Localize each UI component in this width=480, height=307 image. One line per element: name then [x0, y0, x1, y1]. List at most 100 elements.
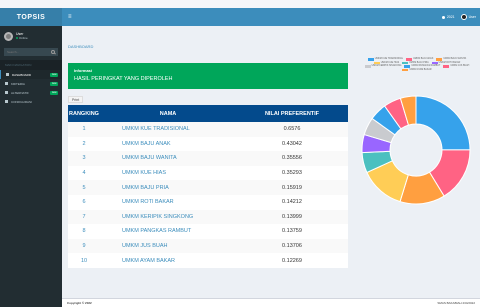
table-row: 9 UMKM JUS BUAH 0.13706 [68, 238, 348, 254]
legend-item[interactable]: UMKM BAJU WANITA [436, 58, 466, 61]
legend-swatch [443, 65, 450, 68]
search-input[interactable] [7, 50, 47, 54]
row-rank: 5 [82, 184, 86, 191]
print-button[interactable]: Print [68, 96, 84, 103]
row-value: 0.13759 [282, 228, 302, 235]
legend-item[interactable]: UMKM BAJU ANAK [406, 58, 433, 61]
legend-label: UMKM BAJU PRIA [409, 61, 429, 64]
alert-title: Informasi [74, 68, 93, 73]
legend-swatch [431, 61, 438, 64]
sidebar-badge: new [50, 72, 58, 77]
legend-label: UMKM KUE HIAS [380, 61, 400, 64]
legend-item[interactable]: UMKM KERIPIK SINGKONG [364, 65, 402, 68]
row-rank: 2 [82, 140, 86, 147]
sidebar-header: MAIN NAVIGATION [0, 60, 62, 70]
sidebar-item-label: CONFIGURASI [11, 99, 32, 104]
row-name: UMKM BAJU PRIA [122, 184, 169, 191]
sidebar-item-label: KRITERIA [11, 81, 25, 86]
legend-swatch [436, 58, 443, 61]
sidebar-item-kriteria[interactable]: KRITERIA new [0, 79, 62, 88]
legend-swatch [404, 65, 411, 68]
legend-item[interactable]: UMKM BAJU PRIA [402, 61, 429, 64]
row-value: 0.43042 [282, 140, 302, 147]
legend-label: UMKM AYAM BAKAR [409, 68, 432, 71]
row-name: UMKM PANGKAS RAMBUT [122, 228, 192, 235]
header-name: NAMA [159, 110, 177, 117]
legend-label: UMKM KERIPIK SINGKONG [371, 65, 402, 68]
user-avatar-icon [460, 14, 467, 20]
table-row: 1 UMKM KUE TRADISIONAL 0.6576 [68, 122, 348, 137]
header-value: NILAI PREFERENTIF [264, 110, 320, 117]
topbar-right: 2021 User [441, 14, 476, 20]
table-row: 8 UMKM PANGKAS RAMBUT 0.13759 [68, 224, 348, 239]
table-row: 5 UMKM BAJU PRIA 0.15919 [68, 180, 348, 195]
legend-item[interactable]: UMKM AYAM BAKAR [402, 68, 432, 71]
list-icon [5, 82, 8, 85]
legend-item[interactable]: UMKM JUS BUAH [443, 65, 469, 68]
user-status-text: Online [19, 36, 28, 40]
info-alert: Informasi HASIL PERINGKAT YANG DIPEROLEH [68, 63, 348, 89]
alert-text: HASIL PERINGKAT YANG DIPEROLEH [74, 76, 173, 82]
row-name: UMKM ROTI BAKAR [122, 199, 174, 206]
legend-item[interactable]: UMKM KUE TRADISIONAL [367, 58, 403, 61]
row-rank: 3 [82, 155, 86, 162]
topbar-year-text: 2021 [446, 15, 455, 19]
row-rank: 1 [82, 126, 86, 133]
brand-logo[interactable]: TOPSIS [0, 8, 62, 26]
ranking-table: RANGKING NAMA NILAI PREFERENTIF 1 UMKM KU… [68, 105, 348, 268]
row-name: UMKM KERIPIK SINGKONG [122, 213, 194, 220]
row-rank: 10 [80, 257, 88, 264]
gear-icon [5, 100, 8, 103]
topbar-year[interactable]: 2021 [441, 15, 455, 19]
donut-chart [361, 95, 471, 205]
calendar-icon [441, 15, 445, 19]
menu-toggle-icon[interactable]: ≡ [68, 14, 72, 20]
row-rank: 4 [82, 170, 86, 177]
table-row: 2 UMKM BAJU ANAK 0.43042 [68, 136, 348, 152]
legend-item[interactable]: UMKM KUE HIAS [373, 61, 400, 64]
legend-swatch [402, 68, 409, 71]
legend-label: UMKM BAJU ANAK [413, 58, 434, 61]
browser-strip [0, 0, 480, 8]
sidebar-item-dashboard[interactable]: DASHBOARD new [0, 70, 62, 79]
row-name: UMKM KUE TRADISIONAL [122, 126, 190, 133]
search-icon[interactable] [51, 50, 55, 54]
topbar-user-text: User [468, 15, 476, 19]
chart-container: UMKM KUE TRADISIONAL UMKM BAJU ANAK UMKM B… [352, 52, 480, 234]
legend-swatch [402, 61, 409, 64]
content-area: DASHBOARD Informasi HASIL PERINGKAT YANG… [62, 26, 480, 298]
row-value: 0.35556 [282, 155, 302, 162]
row-name: UMKM KUE HIAS [122, 170, 167, 177]
footer-copyright: Copyright © 2022 [67, 301, 92, 305]
sidebar-item-alternatif[interactable]: ALTERNATIF new [0, 88, 62, 97]
legend-item[interactable]: UMKM PANGKAS RAMBUT [404, 65, 440, 68]
legend-label: UMKM BAJU WANITA [443, 58, 467, 61]
row-value: 0.13999 [282, 213, 302, 220]
table-row: 7 UMKM KERIPIK SINGKONG 0.13999 [68, 209, 348, 225]
topbar-user[interactable]: User [460, 14, 476, 20]
sidebar-item-label: DASHBOARD [12, 72, 32, 77]
donut-slice[interactable] [415, 95, 471, 151]
online-dot-icon [16, 37, 18, 39]
legend-item[interactable]: UMKM ROTI BAKAR [431, 61, 460, 64]
row-name: UMKM JUS BUAH [122, 243, 168, 250]
sidebar-item-configurasi[interactable]: CONFIGURASI [0, 97, 62, 106]
row-name: UMKM AYAM BAKAR [122, 257, 175, 264]
user-status: Online [16, 36, 28, 40]
row-value: 0.13706 [282, 243, 302, 250]
sidebar-badge: new [50, 81, 58, 86]
sidebar: TOPSIS User Online MAIN NAVIGATION DASHB… [0, 8, 62, 307]
row-value: 0.6576 [283, 126, 301, 133]
row-rank: 7 [82, 213, 86, 220]
sidebar-search [4, 48, 58, 56]
sidebar-item-label: ALTERNATIF [11, 90, 29, 95]
table-header-row: RANGKING NAMA NILAI PREFERENTIF [68, 105, 348, 122]
row-name: UMKM BAJU WANITA [122, 155, 177, 162]
footer-right-text: SMAS BAKABIAH 234/2022 [437, 301, 475, 305]
table-row: 3 UMKM BAJU WANITA 0.35556 [68, 151, 348, 166]
topbar: ≡ 2021 User [62, 8, 480, 26]
row-value: 0.15919 [282, 184, 302, 191]
table-row: 6 UMKM ROTI BAKAR 0.14212 [68, 194, 348, 210]
row-rank: 9 [82, 243, 86, 250]
breadcrumb[interactable]: DASHBOARD [68, 44, 93, 49]
